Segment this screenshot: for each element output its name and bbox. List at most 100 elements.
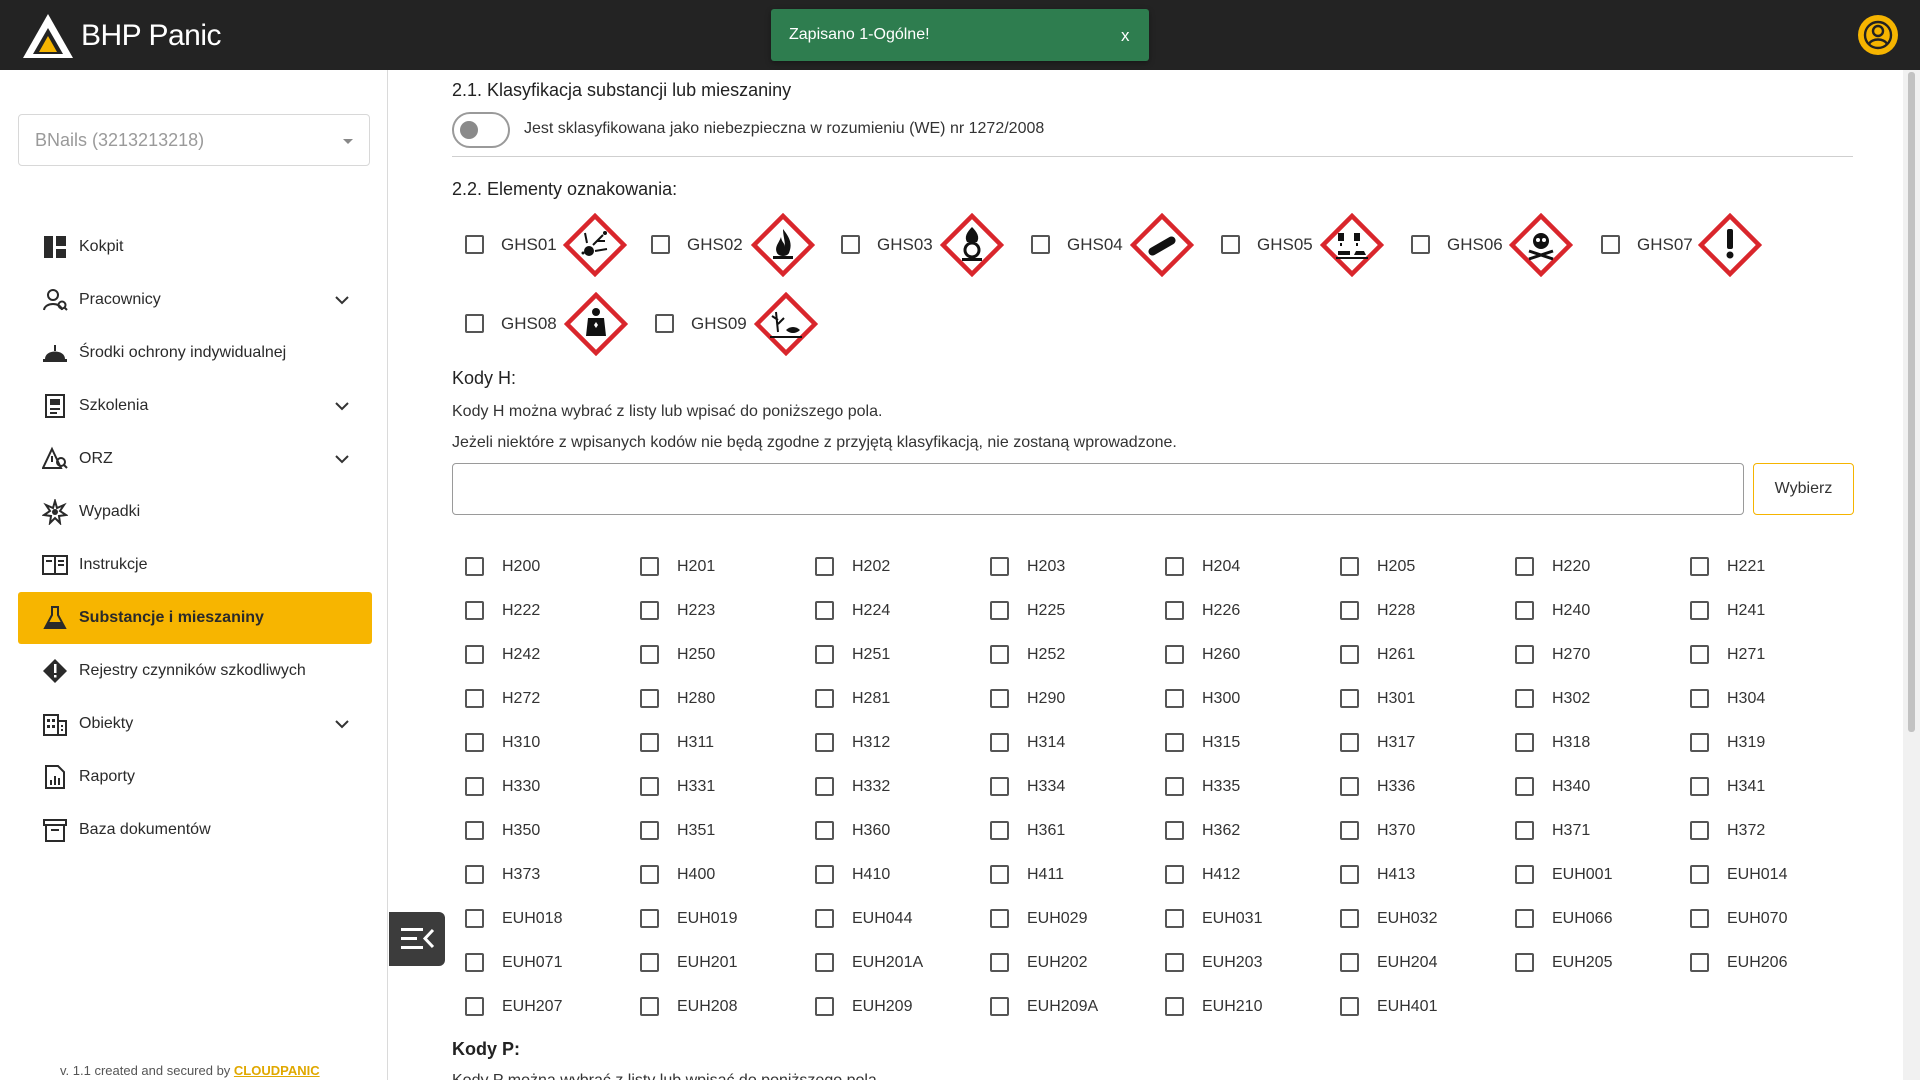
hcode-checkbox[interactable] (1165, 601, 1184, 620)
hcode-option[interactable]: H226 (1165, 601, 1335, 625)
hcode-checkbox[interactable] (1690, 777, 1709, 796)
hcode-option[interactable]: H370 (1340, 821, 1510, 845)
hcode-option[interactable]: H224 (815, 601, 985, 625)
hcode-option[interactable]: H400 (640, 865, 810, 889)
hcode-checkbox[interactable] (1340, 865, 1359, 884)
hcode-checkbox[interactable] (640, 689, 659, 708)
hcode-option[interactable]: H332 (815, 777, 985, 801)
hcode-checkbox[interactable] (640, 997, 659, 1016)
hcode-option[interactable]: H341 (1690, 777, 1860, 801)
hcode-option[interactable]: EUH001 (1515, 865, 1685, 889)
hcode-option[interactable]: EUH031 (1165, 909, 1335, 933)
hcode-option[interactable]: H221 (1690, 557, 1860, 581)
hcode-checkbox[interactable] (990, 733, 1009, 752)
hcode-option[interactable]: EUH029 (990, 909, 1160, 933)
hcode-option[interactable]: H312 (815, 733, 985, 757)
hcode-option[interactable]: H302 (1515, 689, 1685, 713)
hcode-checkbox[interactable] (1165, 557, 1184, 576)
hcode-option[interactable]: H412 (1165, 865, 1335, 889)
hcode-checkbox[interactable] (1165, 821, 1184, 840)
ghs-checkbox[interactable] (841, 235, 860, 254)
hcode-option[interactable]: H204 (1165, 557, 1335, 581)
hcode-checkbox[interactable] (1165, 865, 1184, 884)
sidebar-item-rejestry-czynnikow-szkodliwych[interactable]: Rejestry czynników szkodliwych (18, 645, 372, 697)
hcode-option[interactable]: H318 (1515, 733, 1685, 757)
hcode-option[interactable]: H281 (815, 689, 985, 713)
hcode-option[interactable]: H311 (640, 733, 810, 757)
hcode-option[interactable]: EUH014 (1690, 865, 1860, 889)
hcode-option[interactable]: H411 (990, 865, 1160, 889)
hcode-option[interactable]: EUH201 (640, 953, 810, 977)
company-select[interactable]: BNails (3213213218) (18, 114, 370, 166)
hcode-option[interactable]: H202 (815, 557, 985, 581)
ghs-checkbox[interactable] (1411, 235, 1430, 254)
hcode-checkbox[interactable] (1165, 997, 1184, 1016)
hcode-checkbox[interactable] (1340, 777, 1359, 796)
chevron-down-icon[interactable] (334, 398, 350, 414)
hcode-checkbox[interactable] (465, 689, 484, 708)
hcodes-input[interactable] (452, 463, 1744, 515)
hcode-checkbox[interactable] (990, 777, 1009, 796)
hcode-checkbox[interactable] (640, 557, 659, 576)
hcode-option[interactable]: H315 (1165, 733, 1335, 757)
hcode-option[interactable]: EUH019 (640, 909, 810, 933)
hcode-checkbox[interactable] (1340, 645, 1359, 664)
hcode-option[interactable]: EUH209A (990, 997, 1160, 1021)
hcode-option[interactable]: H205 (1340, 557, 1510, 581)
hcode-checkbox[interactable] (640, 601, 659, 620)
hcode-option[interactable]: H314 (990, 733, 1160, 757)
hcode-checkbox[interactable] (465, 777, 484, 796)
hcode-checkbox[interactable] (1515, 777, 1534, 796)
hcode-option[interactable]: H300 (1165, 689, 1335, 713)
hcode-option[interactable]: H372 (1690, 821, 1860, 845)
hcode-option[interactable]: H241 (1690, 601, 1860, 625)
hcode-option[interactable]: H336 (1340, 777, 1510, 801)
hcode-option[interactable]: H223 (640, 601, 810, 625)
hcode-checkbox[interactable] (990, 909, 1009, 928)
sidebar-item-baza-dokumentow[interactable]: Baza dokumentów (18, 804, 372, 856)
sidebar-item-orz[interactable]: ORZ (18, 433, 372, 485)
hcode-option[interactable]: EUH201A (815, 953, 985, 977)
hcode-checkbox[interactable] (640, 953, 659, 972)
hcode-option[interactable]: H350 (465, 821, 635, 845)
hcode-option[interactable]: H290 (990, 689, 1160, 713)
hcode-checkbox[interactable] (1690, 953, 1709, 972)
hcode-option[interactable]: H362 (1165, 821, 1335, 845)
chevron-down-icon[interactable] (334, 292, 350, 308)
hcode-checkbox[interactable] (1340, 997, 1359, 1016)
hcode-option[interactable]: H242 (465, 645, 635, 669)
hcode-option[interactable]: H310 (465, 733, 635, 757)
hcode-checkbox[interactable] (1340, 909, 1359, 928)
hcode-checkbox[interactable] (1515, 865, 1534, 884)
hcode-option[interactable]: H361 (990, 821, 1160, 845)
hcode-option[interactable]: H261 (1340, 645, 1510, 669)
hcode-checkbox[interactable] (1690, 909, 1709, 928)
hcode-option[interactable]: H413 (1340, 865, 1510, 889)
hcode-checkbox[interactable] (465, 909, 484, 928)
hcode-checkbox[interactable] (990, 997, 1009, 1016)
hcode-option[interactable]: EUH401 (1340, 997, 1510, 1021)
hcode-checkbox[interactable] (1515, 821, 1534, 840)
hcode-option[interactable]: H410 (815, 865, 985, 889)
hcode-checkbox[interactable] (815, 777, 834, 796)
hcode-checkbox[interactable] (465, 821, 484, 840)
hcode-checkbox[interactable] (640, 645, 659, 664)
hcode-option[interactable]: H335 (1165, 777, 1335, 801)
hcode-option[interactable]: H222 (465, 601, 635, 625)
sidebar-item-raporty[interactable]: Raporty (18, 751, 372, 803)
hcode-option[interactable]: H251 (815, 645, 985, 669)
hcode-checkbox[interactable] (465, 733, 484, 752)
ghs-checkbox[interactable] (651, 235, 670, 254)
chevron-down-icon[interactable] (334, 716, 350, 732)
hcode-checkbox[interactable] (1690, 865, 1709, 884)
ghs-checkbox[interactable] (1031, 235, 1050, 254)
user-avatar-button[interactable] (1858, 15, 1898, 55)
hcode-checkbox[interactable] (815, 733, 834, 752)
hcode-option[interactable]: H228 (1340, 601, 1510, 625)
hcode-checkbox[interactable] (1340, 557, 1359, 576)
hcode-checkbox[interactable] (1165, 909, 1184, 928)
hcode-option[interactable]: H340 (1515, 777, 1685, 801)
hcode-checkbox[interactable] (990, 689, 1009, 708)
hcode-checkbox[interactable] (1165, 689, 1184, 708)
hcode-option[interactable]: H331 (640, 777, 810, 801)
